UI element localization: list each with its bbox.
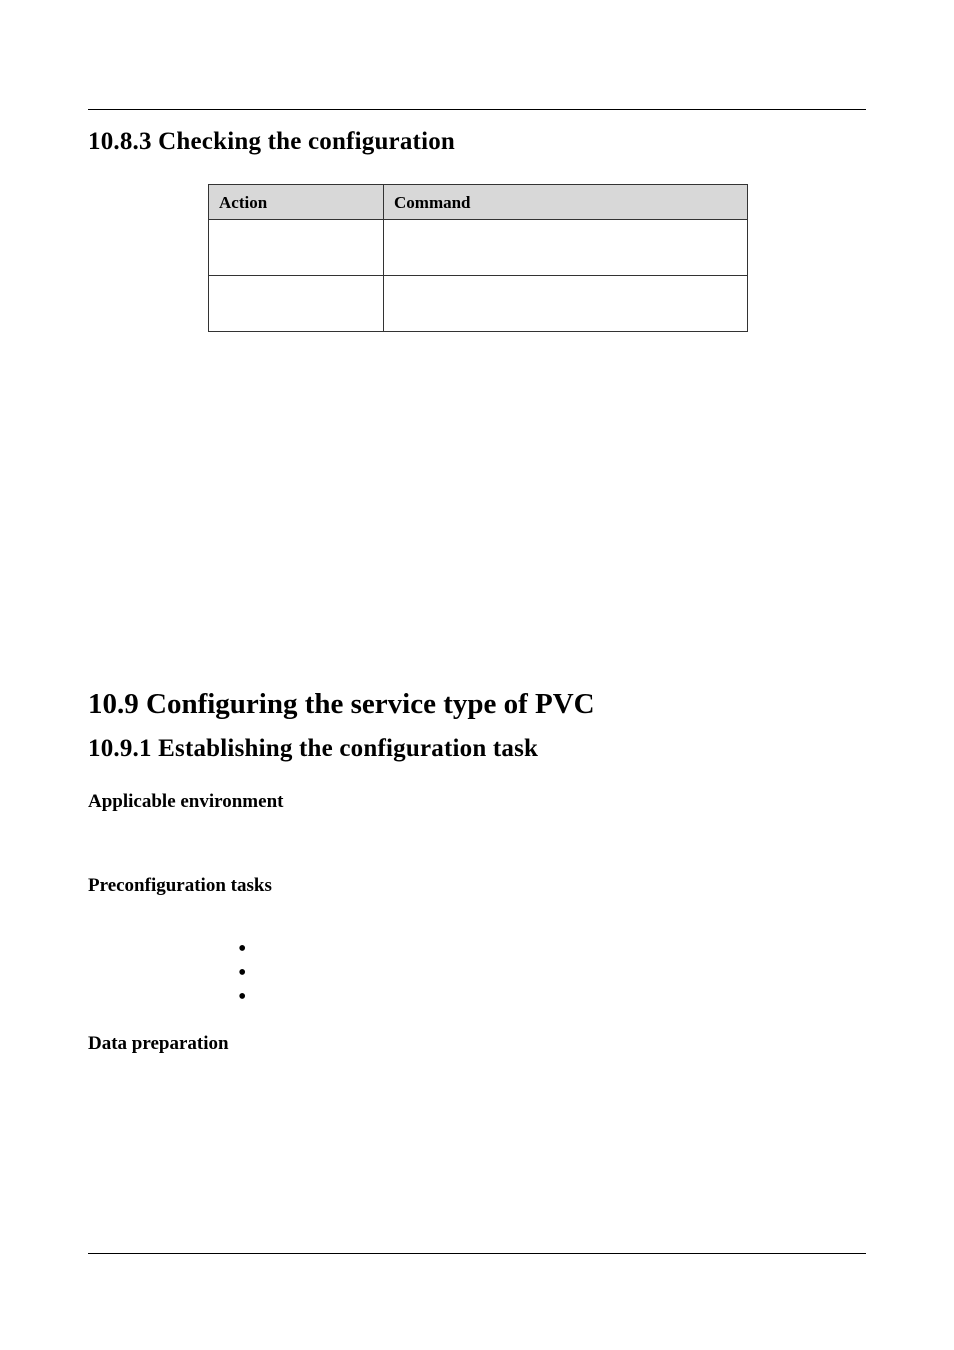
heading-preconfiguration-tasks: Preconfiguration tasks [88, 875, 866, 897]
table-header-action: Action [209, 185, 384, 220]
footer-rule [88, 1253, 866, 1254]
preconfig-bullet-list [238, 941, 866, 1013]
list-item [238, 941, 866, 965]
list-item [238, 965, 866, 989]
heading-data-preparation: Data preparation [88, 1033, 866, 1055]
table-header-command: Command [384, 185, 748, 220]
list-item [238, 989, 866, 1013]
table-header-row: Action Command [209, 185, 748, 220]
table-cell-action [209, 220, 384, 276]
config-check-table: Action Command [208, 184, 748, 332]
heading-10-8-3: 10.8.3 Checking the configuration [88, 128, 866, 156]
heading-applicable-environment: Applicable environment [88, 791, 866, 813]
table-row [209, 220, 748, 276]
table-cell-command [384, 276, 748, 332]
table-row [209, 276, 748, 332]
table-cell-action [209, 276, 384, 332]
heading-10-9-1: 10.9.1 Establishing the configuration ta… [88, 735, 866, 763]
heading-10-9: 10.9 Configuring the service type of PVC [88, 688, 866, 721]
table-cell-command [384, 220, 748, 276]
header-rule [88, 58, 866, 110]
